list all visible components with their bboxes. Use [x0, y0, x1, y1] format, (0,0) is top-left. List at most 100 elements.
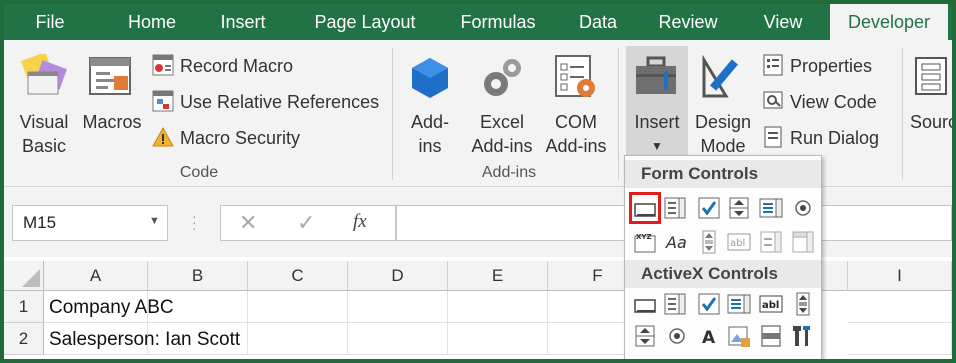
- column-header-e[interactable]: E: [448, 261, 548, 291]
- label-control-icon[interactable]: Aa: [665, 230, 689, 254]
- svg-text:Aa: Aa: [665, 233, 687, 252]
- cell-a1-value: Company ABC: [49, 297, 174, 318]
- excel-add-ins-label-1: Excel: [479, 112, 524, 132]
- view-code-button[interactable]: View Code: [790, 92, 877, 113]
- macros-button[interactable]: Macros: [80, 46, 144, 158]
- check-box-activex-icon[interactable]: [697, 292, 721, 316]
- combo-box-control-icon[interactable]: [663, 196, 687, 220]
- macros-label: Macros: [82, 112, 142, 132]
- option-button-activex-icon[interactable]: [665, 324, 689, 348]
- insert-controls-button[interactable]: Insert ▼: [626, 46, 688, 158]
- visual-basic-button[interactable]: Visual Basic: [12, 46, 76, 158]
- tab-data[interactable]: Data: [570, 4, 626, 40]
- scroll-bar-activex-icon[interactable]: [791, 292, 815, 316]
- option-button-control-icon[interactable]: [791, 196, 815, 220]
- cell-d1[interactable]: [348, 291, 448, 323]
- source-button[interactable]: Sourc: [908, 46, 952, 158]
- spin-button-activex-icon[interactable]: [633, 324, 657, 348]
- toolbox-icon: [636, 56, 676, 94]
- column-header-b[interactable]: B: [148, 261, 248, 291]
- label-activex-icon[interactable]: A: [697, 324, 721, 348]
- insert-controls-dropdown: Form Controls XYZ Aa abl ActiveX Control…: [624, 155, 822, 359]
- record-macro-button[interactable]: Record Macro: [180, 56, 293, 77]
- enter-icon[interactable]: ✓: [297, 210, 315, 236]
- cell-a2-value: Salesperson: Ian Scott: [49, 329, 241, 350]
- scroll-bar-control-icon[interactable]: [697, 230, 721, 254]
- command-button-activex-icon[interactable]: [633, 294, 657, 318]
- source-label: Sourc: [910, 112, 952, 132]
- more-controls-activex-icon[interactable]: [791, 324, 815, 348]
- add-ins-label-2: ins: [418, 136, 442, 156]
- highlight-box: [629, 192, 661, 224]
- com-add-ins-button[interactable]: COM Add-ins: [540, 46, 612, 158]
- macro-security-button[interactable]: Macro Security: [180, 128, 300, 149]
- tab-insert[interactable]: Insert: [208, 4, 278, 40]
- toggle-button-activex-icon[interactable]: [759, 324, 783, 348]
- list-box-control-icon[interactable]: [759, 196, 783, 220]
- group-divider: [618, 48, 619, 180]
- tab-review[interactable]: Review: [650, 4, 726, 40]
- chevron-down-icon[interactable]: ▼: [149, 215, 160, 227]
- use-relative-references-button[interactable]: Use Relative References: [180, 92, 379, 113]
- cell-d2[interactable]: [348, 323, 448, 355]
- column-header-a[interactable]: A: [44, 261, 148, 291]
- row-header-2[interactable]: 2: [4, 323, 44, 355]
- name-box[interactable]: M15 ▼: [12, 205, 168, 241]
- check-box-control-icon[interactable]: [697, 196, 721, 220]
- properties-icon: [763, 54, 783, 76]
- group-box-control-icon[interactable]: XYZ: [633, 230, 657, 254]
- group-divider: [902, 48, 903, 180]
- add-ins-group-label: Add-ins: [481, 164, 537, 181]
- cell-i2[interactable]: [848, 323, 952, 355]
- macros-icon: [89, 57, 131, 95]
- column-header-c[interactable]: C: [248, 261, 348, 291]
- group-divider: [392, 48, 393, 180]
- cell-e2[interactable]: [448, 323, 548, 355]
- excel-add-ins-button[interactable]: Excel Add-ins: [466, 46, 538, 158]
- drag-handle-icon[interactable]: · · ·: [192, 209, 197, 235]
- com-add-ins-icon: [555, 55, 595, 97]
- row-header-1[interactable]: 1: [4, 291, 44, 323]
- list-box-activex-icon[interactable]: [727, 292, 751, 316]
- svg-text:abl: abl: [730, 238, 745, 249]
- cell-c2[interactable]: [248, 323, 348, 355]
- tab-view[interactable]: View: [748, 4, 818, 40]
- text-field-control-icon[interactable]: abl: [727, 230, 751, 254]
- tab-page-layout[interactable]: Page Layout: [300, 4, 430, 40]
- view-code-icon: [763, 91, 783, 109]
- visual-basic-label-1: Visual: [19, 112, 69, 132]
- combo-list-edit-control-icon[interactable]: [759, 230, 783, 254]
- tab-file[interactable]: File: [20, 4, 80, 40]
- run-dialog-icon: [764, 126, 782, 148]
- select-all-corner[interactable]: [4, 261, 44, 291]
- cancel-icon[interactable]: ✕: [239, 210, 257, 236]
- run-dialog-button[interactable]: Run Dialog: [790, 128, 879, 149]
- visual-basic-label-2: Basic: [21, 136, 66, 156]
- insert-controls-label: Insert: [634, 112, 680, 132]
- tab-formulas[interactable]: Formulas: [448, 4, 548, 40]
- tab-developer[interactable]: Developer: [830, 4, 948, 40]
- tab-home[interactable]: Home: [112, 4, 192, 40]
- svg-text:A: A: [702, 328, 716, 348]
- cell-e1[interactable]: [448, 291, 548, 323]
- column-header-i[interactable]: I: [848, 261, 952, 291]
- visual-basic-icon: [21, 54, 67, 95]
- com-add-ins-label-2: Add-ins: [545, 136, 607, 156]
- cell-i1[interactable]: [848, 291, 952, 323]
- text-box-activex-icon[interactable]: abl: [759, 292, 783, 316]
- cell-c1[interactable]: [248, 291, 348, 323]
- combo-drop-down-edit-control-icon[interactable]: [791, 230, 815, 254]
- use-relative-references-icon: [152, 90, 174, 112]
- spin-button-control-icon[interactable]: [727, 196, 751, 220]
- formula-buttons: ✕ ✓ fx: [220, 205, 396, 241]
- design-mode-icon: [702, 54, 738, 98]
- column-header-d[interactable]: D: [348, 261, 448, 291]
- design-mode-button[interactable]: Design Mode: [690, 46, 756, 158]
- add-ins-button[interactable]: Add- ins: [400, 46, 460, 158]
- combo-box-activex-icon[interactable]: [663, 292, 687, 316]
- name-box-value: M15: [23, 213, 57, 232]
- insert-function-icon[interactable]: fx: [353, 211, 367, 233]
- image-activex-icon[interactable]: [727, 324, 751, 348]
- properties-button[interactable]: Properties: [790, 56, 872, 77]
- form-controls-heading: Form Controls: [625, 160, 821, 188]
